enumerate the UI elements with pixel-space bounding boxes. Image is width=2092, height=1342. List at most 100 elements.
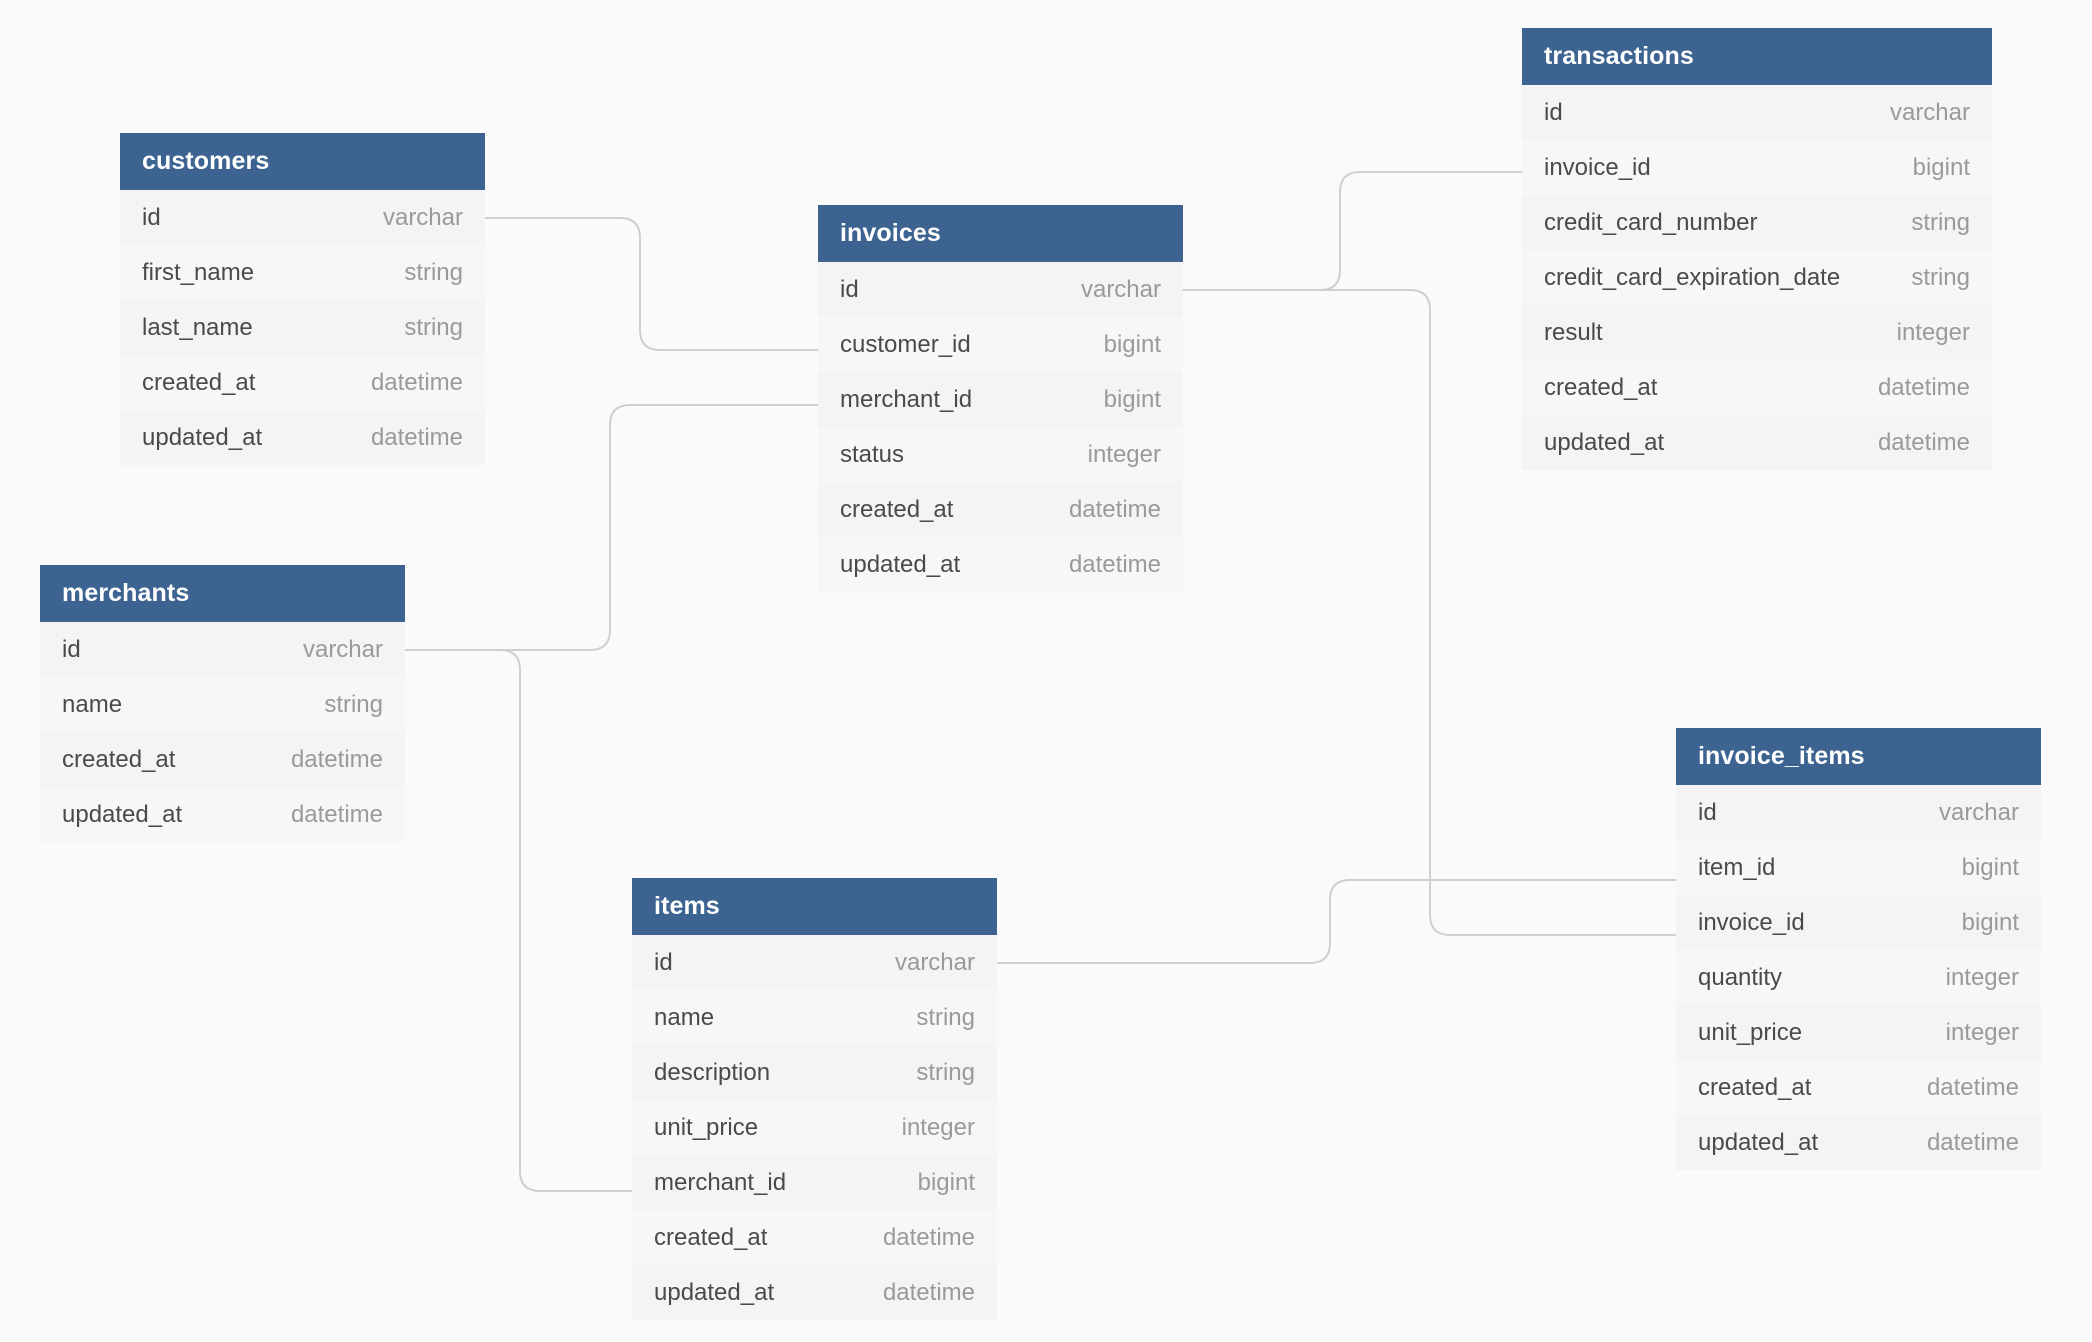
column-name: invoice_id xyxy=(1698,908,1805,936)
column-name: quantity xyxy=(1698,963,1783,991)
entity-column-list: id varchar item_id bigint invoice_id bigint qu… xyxy=(1676,785,2041,1170)
entity-column-row[interactable]: customer_id bigint xyxy=(818,317,1183,372)
entity-column-row[interactable]: status integer xyxy=(818,427,1183,482)
relationship-edge-customers-invoices xyxy=(484,217,819,351)
entity-column-row[interactable]: merchant_id bigint xyxy=(632,1155,997,1210)
entity-column-row[interactable]: updated_at datetime xyxy=(1522,415,1992,470)
column-type: varchar xyxy=(1889,98,1970,126)
column-name: name xyxy=(654,1003,715,1031)
entity-column-row[interactable]: description string xyxy=(632,1045,997,1100)
column-name: invoice_id xyxy=(1544,153,1651,181)
column-name: item_id xyxy=(1698,853,1776,881)
entity-column-row[interactable]: last_name string xyxy=(120,300,485,355)
entity-table-header-items[interactable]: items xyxy=(632,878,997,935)
column-name: result xyxy=(1544,318,1603,346)
column-name: first_name xyxy=(142,258,255,286)
entity-column-row[interactable]: id varchar xyxy=(632,935,997,990)
entity-column-row[interactable]: updated_at datetime xyxy=(120,410,485,465)
entity-column-row[interactable]: updated_at datetime xyxy=(632,1265,997,1320)
column-type: string xyxy=(1911,263,1970,291)
column-type: varchar xyxy=(1080,275,1161,303)
relationship-edge-items-invoice_items xyxy=(996,879,1677,964)
column-name: id xyxy=(1544,98,1563,126)
entity-column-row[interactable]: id varchar xyxy=(1676,785,2041,840)
column-name: id xyxy=(840,275,859,303)
column-name: merchant_id xyxy=(840,385,973,413)
column-name: id xyxy=(62,635,81,663)
entity-column-row[interactable]: name string xyxy=(632,990,997,1045)
entity-column-row[interactable]: updated_at datetime xyxy=(40,787,405,842)
column-name: id xyxy=(1698,798,1717,826)
entity-column-row[interactable]: first_name string xyxy=(120,245,485,300)
column-type: bigint xyxy=(1912,153,1970,181)
entity-column-row[interactable]: item_id bigint xyxy=(1676,840,2041,895)
entity-column-row[interactable]: invoice_id bigint xyxy=(1676,895,2041,950)
entity-table-customers[interactable]: customers id varchar first_name string last_n… xyxy=(120,133,485,465)
entity-table-invoices[interactable]: invoices id varchar customer_id bigint mercha… xyxy=(818,205,1183,592)
entity-column-row[interactable]: credit_card_expiration_date string xyxy=(1522,250,1992,305)
entity-column-row[interactable]: name string xyxy=(40,677,405,732)
column-type: bigint xyxy=(917,1168,975,1196)
entity-column-row[interactable]: created_at datetime xyxy=(120,355,485,410)
column-type: datetime xyxy=(290,745,383,773)
column-name: status xyxy=(840,440,905,468)
entity-column-list: id varchar customer_id bigint merchant_id big… xyxy=(818,262,1183,592)
entity-column-row[interactable]: id varchar xyxy=(120,190,485,245)
entity-column-row[interactable]: unit_price integer xyxy=(1676,1005,2041,1060)
column-name: unit_price xyxy=(654,1113,759,1141)
entity-column-row[interactable]: created_at datetime xyxy=(1522,360,1992,415)
column-name: updated_at xyxy=(62,800,183,828)
column-type: datetime xyxy=(370,368,463,396)
column-type: integer xyxy=(1945,963,2019,991)
entity-column-row[interactable]: updated_at datetime xyxy=(818,537,1183,592)
column-name: credit_card_expiration_date xyxy=(1544,263,1841,291)
column-name: created_at xyxy=(62,745,176,773)
entity-table-merchants[interactable]: merchants id varchar name string created_at da… xyxy=(40,565,405,842)
entity-table-title: customers xyxy=(142,147,270,175)
entity-column-row[interactable]: quantity integer xyxy=(1676,950,2041,1005)
entity-column-row[interactable]: created_at datetime xyxy=(1676,1060,2041,1115)
column-type: string xyxy=(324,690,383,718)
column-type: varchar xyxy=(1938,798,2019,826)
entity-column-row[interactable]: merchant_id bigint xyxy=(818,372,1183,427)
column-type: string xyxy=(404,313,463,341)
column-type: varchar xyxy=(382,203,463,231)
entity-column-list: id varchar first_name string last_name string… xyxy=(120,190,485,465)
entity-table-header-merchants[interactable]: merchants xyxy=(40,565,405,622)
column-type: string xyxy=(1911,208,1970,236)
entity-table-header-invoices[interactable]: invoices xyxy=(818,205,1183,262)
column-type: datetime xyxy=(1926,1073,2019,1101)
entity-table-transactions[interactable]: transactions id varchar invoice_id bigint cre… xyxy=(1522,28,1992,470)
entity-column-row[interactable]: id varchar xyxy=(40,622,405,677)
column-type: varchar xyxy=(894,948,975,976)
entity-column-row[interactable]: unit_price integer xyxy=(632,1100,997,1155)
column-type: datetime xyxy=(882,1278,975,1306)
column-type: datetime xyxy=(882,1223,975,1251)
column-name: id xyxy=(654,948,673,976)
entity-table-header-invoice_items[interactable]: invoice_items xyxy=(1676,728,2041,785)
entity-column-row[interactable]: updated_at datetime xyxy=(1676,1115,2041,1170)
column-name: unit_price xyxy=(1698,1018,1803,1046)
entity-column-list: id varchar name string created_at datetime upd… xyxy=(40,622,405,842)
entity-column-row[interactable]: result integer xyxy=(1522,305,1992,360)
column-type: bigint xyxy=(1961,853,2019,881)
entity-column-row[interactable]: created_at datetime xyxy=(632,1210,997,1265)
entity-column-row[interactable]: invoice_id bigint xyxy=(1522,140,1992,195)
entity-column-row[interactable]: created_at datetime xyxy=(40,732,405,787)
column-name: merchant_id xyxy=(654,1168,787,1196)
column-name: updated_at xyxy=(142,423,263,451)
column-name: description xyxy=(654,1058,771,1086)
entity-table-header-transactions[interactable]: transactions xyxy=(1522,28,1992,85)
entity-column-row[interactable]: created_at datetime xyxy=(818,482,1183,537)
entity-column-row[interactable]: credit_card_number string xyxy=(1522,195,1992,250)
entity-table-items[interactable]: items id varchar name string description strin… xyxy=(632,878,997,1320)
column-name: credit_card_number xyxy=(1544,208,1758,236)
column-type: bigint xyxy=(1103,330,1161,358)
entity-column-row[interactable]: id varchar xyxy=(1522,85,1992,140)
column-type: string xyxy=(916,1003,975,1031)
entity-column-row[interactable]: id varchar xyxy=(818,262,1183,317)
column-type: integer xyxy=(1896,318,1970,346)
entity-table-header-customers[interactable]: customers xyxy=(120,133,485,190)
entity-table-invoice_items[interactable]: invoice_itemsid varchar item_id bigint invoi… xyxy=(1676,728,2041,1170)
relationship-edge-invoices-transactions xyxy=(1182,171,1523,291)
